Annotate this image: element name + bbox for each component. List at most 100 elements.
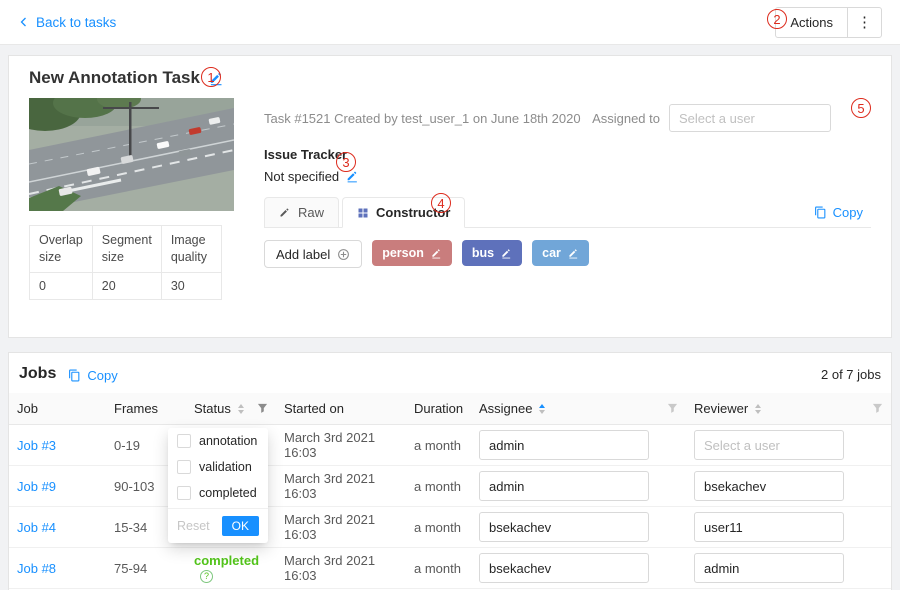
assignee-sort-icon[interactable] — [539, 404, 545, 414]
edit-label-icon[interactable] — [568, 248, 579, 259]
status-sort-icon[interactable] — [238, 404, 244, 414]
filter-option-completed[interactable]: completed — [168, 480, 268, 506]
assignee-input[interactable] — [479, 512, 649, 542]
edit-label-icon[interactable] — [431, 248, 442, 259]
filter-option-annotation[interactable]: annotation — [168, 428, 268, 454]
job-row-4: Job #4 15-34 March 3rd 2021 16:03 a mont… — [9, 507, 891, 548]
edit-issue-tracker-icon[interactable] — [346, 170, 359, 183]
add-label-button[interactable]: Add label — [264, 240, 362, 268]
job-row-8: Job #8 75-94 completed? March 3rd 2021 1… — [9, 548, 891, 589]
label-chip-bus-name: bus — [472, 246, 494, 260]
labels-copy-label: Copy — [833, 205, 863, 220]
checkbox-icon[interactable] — [177, 460, 191, 474]
tab-raw[interactable]: Raw — [264, 197, 339, 228]
chevron-left-icon — [18, 16, 30, 28]
assigned-to-block: Assigned to — [592, 104, 831, 132]
annotation-circle-1: 1 — [201, 67, 221, 87]
status-completed-label: completed — [194, 553, 259, 568]
assignee-input[interactable] — [479, 471, 649, 501]
started-cell: March 3rd 2021 16:03 — [276, 466, 406, 507]
started-cell: March 3rd 2021 16:03 — [276, 507, 406, 548]
job-link[interactable]: Job #9 — [17, 479, 56, 494]
status-cell: completed? — [186, 548, 276, 589]
jobs-copy-label: Copy — [87, 368, 117, 383]
task-title: New Annotation Task — [29, 68, 200, 88]
job-row-3: Job #3 0-19 March 3rd 2021 16:03 a month — [9, 425, 891, 466]
reviewer-sort-icon[interactable] — [755, 404, 761, 414]
question-circle-icon[interactable]: ? — [200, 570, 213, 583]
filter-dropdown-footer: Reset OK — [168, 508, 268, 543]
col-status[interactable]: Status — [186, 393, 276, 425]
reviewer-filter-icon[interactable] — [864, 403, 883, 414]
actions-button-label: Actions — [776, 8, 847, 37]
annotation-circle-4: 4 — [431, 193, 451, 213]
param-header-segment: Segment size — [92, 226, 161, 273]
labels-tabs-row: Raw Constructor Copy — [264, 197, 871, 228]
job-link[interactable]: Job #3 — [17, 438, 56, 453]
checkbox-icon[interactable] — [177, 486, 191, 500]
filter-option-validation-label: validation — [199, 460, 252, 474]
back-to-tasks-link[interactable]: Back to tasks — [18, 15, 116, 30]
task-thumbnail — [29, 98, 234, 211]
param-value-overlap: 0 — [30, 272, 93, 299]
assignee-input[interactable] — [479, 553, 649, 583]
job-link[interactable]: Job #8 — [17, 561, 56, 576]
label-chip-car-name: car — [542, 246, 561, 260]
frames-cell: 75-94 — [106, 548, 186, 589]
jobs-table: Job Frames Status Started on Duration — [9, 393, 891, 589]
pencil-icon — [279, 207, 291, 219]
label-chip-car[interactable]: car — [532, 240, 589, 266]
duration-cell: a month — [406, 548, 471, 589]
labels-area: Add label person bus — [264, 228, 871, 268]
status-filter-dropdown: annotation validation completed Reset OK — [168, 428, 268, 543]
task-title-row: New Annotation Task — [21, 68, 879, 88]
plus-circle-icon — [337, 248, 350, 261]
status-filter-icon[interactable] — [249, 403, 268, 414]
annotation-circle-5: 5 — [851, 98, 871, 118]
task-right-column: Task #1521 Created by test_user_1 on Jun… — [264, 98, 871, 300]
col-duration: Duration — [406, 393, 471, 425]
actions-button[interactable]: Actions ⋮ — [775, 7, 882, 38]
duration-cell: a month — [406, 507, 471, 548]
job-row-9: Job #9 90-103 March 3rd 2021 16:03 a mon… — [9, 466, 891, 507]
jobs-copy-link[interactable]: Copy — [68, 368, 117, 383]
job-link[interactable]: Job #4 — [17, 520, 56, 535]
col-job[interactable]: Job — [9, 393, 106, 425]
filter-option-annotation-label: annotation — [199, 434, 257, 448]
assignee-input[interactable] — [479, 430, 649, 460]
duration-cell: a month — [406, 466, 471, 507]
back-to-tasks-label: Back to tasks — [36, 15, 116, 30]
jobs-count: 2 of 7 jobs — [821, 367, 881, 382]
jobs-header: Jobs Copy 2 of 7 jobs — [9, 353, 891, 393]
reviewer-input[interactable] — [694, 471, 844, 501]
assignee-filter-icon[interactable] — [659, 403, 678, 414]
duration-cell: a month — [406, 425, 471, 466]
task-meta-row: Task #1521 Created by test_user_1 on Jun… — [264, 104, 871, 132]
jobs-card: Jobs Copy 2 of 7 jobs Job Frames — [8, 352, 892, 590]
add-label-label: Add label — [276, 247, 330, 262]
param-header-overlap: Overlap size — [30, 226, 93, 273]
filter-reset-button[interactable]: Reset — [177, 519, 210, 533]
labels-copy-link[interactable]: Copy — [814, 205, 863, 220]
param-value-quality: 30 — [161, 272, 221, 299]
checkbox-icon[interactable] — [177, 434, 191, 448]
assigned-to-label: Assigned to — [592, 111, 660, 126]
col-reviewer[interactable]: Reviewer — [686, 393, 891, 425]
page: Back to tasks Actions ⋮ New Annotation T… — [0, 0, 900, 590]
label-chip-bus[interactable]: bus — [462, 240, 522, 266]
label-chip-person[interactable]: person — [372, 240, 452, 266]
issue-tracker-value: Not specified — [264, 169, 339, 184]
jobs-table-header-row: Job Frames Status Started on Duration — [9, 393, 891, 425]
col-assignee[interactable]: Assignee — [471, 393, 686, 425]
reviewer-input[interactable] — [694, 430, 844, 460]
filter-option-validation[interactable]: validation — [168, 454, 268, 480]
filter-ok-button[interactable]: OK — [222, 516, 259, 536]
label-chip-person-name: person — [382, 246, 424, 260]
thumbnail-road-scene — [29, 98, 234, 211]
more-options-icon[interactable]: ⋮ — [848, 8, 881, 37]
edit-label-icon[interactable] — [501, 248, 512, 259]
reviewer-input[interactable] — [694, 512, 844, 542]
assigned-to-input[interactable] — [669, 104, 831, 132]
copy-icon — [68, 369, 81, 382]
reviewer-input[interactable] — [694, 553, 844, 583]
